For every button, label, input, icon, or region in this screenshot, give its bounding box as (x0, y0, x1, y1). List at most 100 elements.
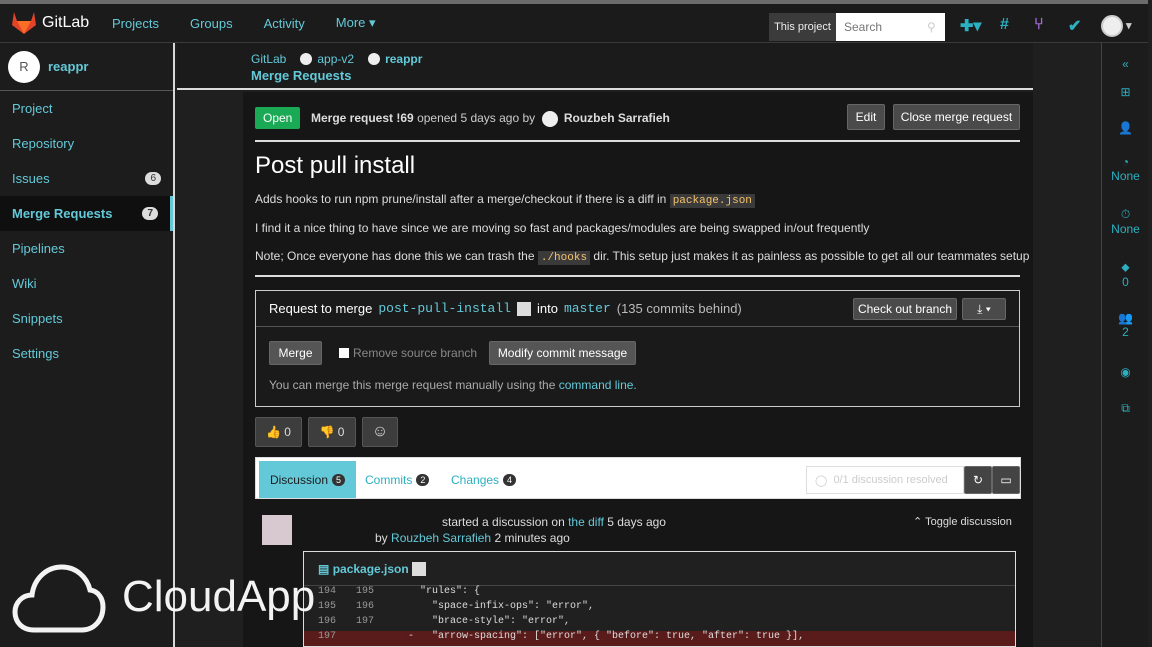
divider (255, 275, 1020, 277)
crumb-gitlab[interactable]: GitLab (251, 52, 286, 66)
thumbs-up-icon: 👍 (266, 425, 281, 439)
watermark-text: CloudApp (122, 572, 316, 621)
copy-path-icon[interactable] (412, 561, 427, 576)
sidebar-item-merge-requests[interactable]: Merge Requests 7 (0, 196, 173, 231)
merge-request-icon[interactable]: ⑂ (1034, 16, 1044, 34)
participants-icon[interactable]: 👥 2 (1102, 311, 1149, 339)
sidebar-item-pipelines[interactable]: Pipelines (0, 231, 173, 266)
modify-commit-button[interactable]: Modify commit message (489, 341, 636, 365)
discussion-byline: by Rouzbeh Sarrafieh 2 minutes ago (375, 531, 570, 545)
diff-line: 194 195 "rules": { (317, 586, 481, 597)
nav-activity[interactable]: Activity (264, 16, 305, 31)
search-scope[interactable]: This project (769, 13, 836, 41)
labels-icon[interactable]: ⬥ 0 (1102, 260, 1149, 289)
mr-count-badge: 7 (142, 207, 158, 220)
desc-line-2: I find it a nice thing to have since we … (255, 221, 870, 235)
assignee-icon[interactable]: 👤 (1102, 121, 1149, 135)
crumb-project[interactable]: reappr (385, 52, 422, 66)
breadcrumb: GitLab app-v2 reappr (251, 52, 422, 66)
mr-meta: Merge request !69 opened 5 days ago by R… (311, 111, 670, 127)
sidebar-item-snippets[interactable]: Snippets (0, 301, 173, 336)
breadcrumb-bar: GitLab app-v2 reappr Merge Requests (177, 43, 1033, 90)
top-navbar: GitLab Projects Groups Activity More ▾ T… (0, 0, 1148, 43)
remove-source-option[interactable]: Remove source branch (339, 346, 477, 360)
search-icon: ⚲ (927, 20, 936, 34)
new-plus-icon[interactable]: ✚▾ (960, 16, 981, 36)
command-line-link[interactable]: command line. (559, 378, 637, 392)
thumbs-down-icon: 👎 (319, 425, 335, 439)
issues-hash-icon[interactable]: # (1000, 16, 1009, 34)
diff-line-removed: 197- "arrow-spacing": ["error", { "befor… (304, 631, 1015, 646)
gitlab-logo[interactable]: GitLab (12, 12, 100, 34)
right-sidebar: « ⊞ 👤 ◔ None ⏱ None ⬥ 0 👥 2 ◉ ⧉ (1101, 43, 1148, 647)
nav-more[interactable]: More ▾ (336, 15, 376, 31)
add-reaction-button[interactable]: ☺ (362, 417, 398, 447)
toggle-discussion-button[interactable]: ⌃ Toggle discussion (913, 515, 1012, 528)
project-name: reappr (48, 59, 89, 74)
status-badge: Open (255, 107, 301, 129)
merge-widget: Request to merge post-pull-install into ma… (255, 290, 1020, 407)
diff-line: 195 196 "space-infix-ops": "error", (317, 601, 595, 612)
smiley-icon: ☺ (371, 423, 389, 440)
thumbs-down-button[interactable]: 👎 0 (308, 417, 356, 447)
user-avatar[interactable] (1101, 15, 1123, 37)
group-avatar (300, 53, 313, 65)
sidebar-item-settings[interactable]: Settings (0, 336, 173, 371)
diff-file: ▤ package.json 194 195 "rules": { 195 196 … (303, 551, 1016, 647)
sidebar-item-wiki[interactable]: Wiki (0, 266, 173, 301)
author-link[interactable]: Rouzbeh Sarrafieh (564, 111, 670, 125)
discussion-resolved-status: ◯ 0/1 discussion resolved (806, 466, 964, 494)
download-dropdown[interactable]: ⤓ ▾ (962, 298, 1006, 320)
sidebar-item-repository[interactable]: Repository (0, 126, 173, 161)
thumbs-up-button[interactable]: 👍 0 (255, 417, 302, 447)
resolve-next-button[interactable]: ↻ (964, 466, 992, 494)
page-title[interactable]: Merge Requests (251, 68, 351, 83)
discussion-header: started a discussion on the diff 5 days … (442, 515, 666, 529)
author-avatar (541, 111, 558, 127)
brand-name: GitLab (42, 14, 90, 31)
gitlab-fox-icon (12, 12, 36, 34)
collapse-sidebar-icon[interactable]: « (1102, 57, 1149, 71)
project-avatar: R (8, 50, 40, 83)
copy-icon[interactable] (516, 301, 531, 316)
tab-discussion[interactable]: Discussion 5 (259, 461, 356, 498)
commenter-avatar[interactable] (262, 515, 292, 545)
target-branch[interactable]: master (564, 301, 611, 316)
time-tracking-icon[interactable]: ⏱ None (1102, 207, 1149, 236)
mr-tabs: Discussion 5 Commits 2 Changes 4 ◯ 0/1 disc… (255, 457, 1021, 499)
file-icon: ▤ (318, 561, 330, 576)
checkout-branch-button[interactable]: Check out branch (853, 298, 957, 320)
sidebar-item-issues[interactable]: Issues 6 (0, 161, 173, 196)
remove-source-checkbox[interactable] (339, 348, 349, 358)
issues-count-badge: 6 (145, 172, 161, 185)
merge-button[interactable]: Merge (269, 341, 322, 365)
edit-button[interactable]: Edit (847, 104, 885, 130)
nav-groups[interactable]: Groups (190, 16, 233, 31)
cloud-icon (12, 564, 106, 633)
copy-reference-icon[interactable]: ⧉ (1102, 401, 1149, 416)
nav-projects[interactable]: Projects (112, 16, 159, 31)
cloudapp-watermark: CloudApp (12, 560, 315, 634)
milestone-icon[interactable]: ◔ None (1102, 155, 1149, 183)
diff-file-name[interactable]: package.json (333, 562, 409, 576)
left-sidebar: R reappr Project Repository Issues 6 Merg… (0, 43, 175, 647)
comment-button[interactable]: ▭ (992, 466, 1020, 494)
diff-line: 196 197 "brace-style": "error", (317, 616, 571, 627)
source-branch[interactable]: post-pull-install (378, 301, 511, 316)
project-header[interactable]: R reappr (0, 43, 173, 91)
close-mr-button[interactable]: Close merge request (893, 104, 1020, 130)
todo-add-icon[interactable]: ⊞ (1102, 85, 1149, 99)
desc-line-1: Adds hooks to run npm prune/install afte… (255, 192, 755, 208)
tab-commits[interactable]: Commits 2 (365, 461, 430, 498)
chevron-down-icon: ▾ (1126, 20, 1132, 32)
divider (255, 140, 1020, 142)
sidebar-item-project[interactable]: Project (0, 91, 173, 126)
project-avatar-small (368, 53, 381, 65)
desc-line-3: Note; Once everyone has done this we can… (255, 249, 1030, 265)
manual-merge-text: You can merge this merge request manuall… (269, 378, 637, 392)
mr-title: Post pull install (255, 152, 416, 179)
todo-check-icon[interactable]: ✔ (1068, 16, 1081, 36)
subscribe-icon[interactable]: ◉ (1102, 365, 1149, 379)
tab-changes[interactable]: Changes 4 (451, 461, 517, 498)
crumb-group[interactable]: app-v2 (317, 52, 354, 66)
